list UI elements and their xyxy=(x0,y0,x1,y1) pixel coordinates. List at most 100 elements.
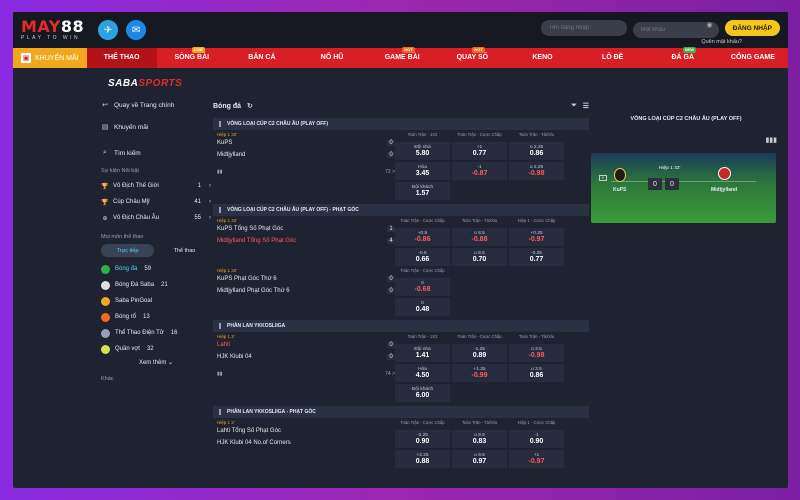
odds-cell[interactable]: -0.5 0.66 xyxy=(395,248,450,266)
home-team-name: KuPS Tổng Số Phạt Góc xyxy=(217,226,284,232)
see-more-button[interactable]: Xem thêm ⌄ xyxy=(101,359,211,366)
more-markets[interactable]: 74 > xyxy=(385,371,395,377)
odds-cell[interactable]: -1.25 0.89 xyxy=(452,344,507,362)
odds-cell[interactable]: Đội nhà 1.41 xyxy=(395,344,450,362)
odds-cell[interactable]: +1.25 -0.99 xyxy=(452,364,507,382)
match-info[interactable]: Hiệp 1 32' KuPS Phạt Góc Thứ 6 0 Midtjyllan… xyxy=(213,266,395,316)
odds-cell[interactable]: u 9.5 0.97 xyxy=(452,450,507,468)
odds-cell[interactable]: o 2.25 0.86 xyxy=(509,142,564,160)
odds-cell[interactable]: -1 -0.87 xyxy=(452,162,507,180)
odds-value: 3.45 xyxy=(415,170,430,177)
odds-cell[interactable]: 0 0.48 xyxy=(395,298,450,316)
login-button[interactable]: ĐĂNG NHẬP xyxy=(724,20,780,36)
home-team-name: Lahti xyxy=(217,342,231,348)
odds-cell[interactable]: +1 0.77 xyxy=(452,142,507,160)
match-info[interactable]: Hiệp 1 32' KuPS Tổng Số Phạt Góc 1 Midtjyll… xyxy=(213,216,395,266)
odds-cell[interactable]: o 3.5 -0.98 xyxy=(509,344,564,362)
odds-cell[interactable]: -0.25 0.77 xyxy=(509,248,564,266)
odds-cell[interactable]: o 8.5 -0.88 xyxy=(452,228,507,246)
odds-cell[interactable]: Đội khách 6.00 xyxy=(395,384,450,402)
list-icon[interactable]: ☰ xyxy=(583,102,589,110)
nav-item-label: SÒNG BÀI xyxy=(174,54,210,61)
nav-item[interactable]: SÒNG BÀI LIVE xyxy=(157,47,227,68)
site-logo[interactable]: MAY88 PLAY TO WIN xyxy=(21,19,84,41)
sport-count: 21 xyxy=(161,282,168,288)
odds-value: 1.41 xyxy=(415,352,430,359)
odds-cell[interactable]: +1 -0.97 xyxy=(509,450,564,468)
featured-event[interactable]: ⊕ Vô Địch Châu Âu 55 › xyxy=(101,210,211,226)
stats-icon[interactable]: ▮▮ xyxy=(217,169,223,175)
eye-icon[interactable]: ◉ xyxy=(707,21,713,29)
league-header[interactable]: PHẦN LAN YKKOSLIIGA - PHẠT GÓC xyxy=(213,406,589,418)
odds-grid: Toàn Trận - 1X2 Đội nhà 5.80 Hòa 3.45 Đội khá… xyxy=(395,130,564,200)
nav-item[interactable]: KENO xyxy=(507,48,577,68)
odds-cell[interactable]: u 3.5 0.86 xyxy=(509,364,564,382)
odds-cell[interactable]: +2.25 0.88 xyxy=(395,450,450,468)
odds-cell[interactable]: -1 0.90 xyxy=(509,430,564,448)
event-count: 55 xyxy=(194,215,201,221)
nav-item[interactable]: THỂ THAO xyxy=(86,48,157,68)
away-score: 4 xyxy=(387,238,395,244)
refresh-icon[interactable]: ↻ xyxy=(247,102,253,110)
sport-item[interactable]: Bóng rổ 13 xyxy=(101,309,211,325)
nav-item[interactable]: ĐÁ GÀ NEW xyxy=(648,47,718,68)
match-info[interactable]: Hiệp 1 2' Lahti Tổng Số Phạt Góc HJK Klubi… xyxy=(213,418,395,468)
logo-text: MAY xyxy=(21,17,61,36)
event-label: Vô Địch Thế Giới xyxy=(113,183,159,189)
odds-cell[interactable]: -2.25 0.90 xyxy=(395,430,450,448)
nav-item[interactable]: BẮN CÁ xyxy=(227,48,297,68)
odds-value: 1.57 xyxy=(415,190,430,197)
league-header[interactable]: VÒNG LOẠI CÚP C2 CHÂU ÂU (PLAY OFF) - PH… xyxy=(213,204,589,216)
featured-event[interactable]: 🏆 Vô Địch Thế Giới 1 › xyxy=(101,178,211,194)
sport-item[interactable]: Saba PinGoal xyxy=(101,293,211,309)
see-more-label: Xem thêm xyxy=(138,360,167,366)
odds-cell[interactable]: Đội khách 1.57 xyxy=(395,182,450,200)
odds-cell[interactable]: +0.5 -0.86 xyxy=(395,228,450,246)
nav-item[interactable]: QUAY SỐ HOT xyxy=(437,47,507,68)
away-team-name: HJK Klubi 04 No.of Corners xyxy=(217,440,291,446)
away-team: HJK Klubi 04 0 xyxy=(217,351,395,363)
back-link[interactable]: ↩ Quay về Trang chính xyxy=(101,98,211,112)
odds-cell[interactable]: o 9.5 0.83 xyxy=(452,430,507,448)
chart-icon[interactable]: ▮▮▮ xyxy=(765,136,777,144)
username-input[interactable] xyxy=(540,20,627,36)
league-header[interactable]: VÒNG LOẠI CÚP C2 CHÂU ÂU (PLAY OFF) xyxy=(213,118,589,130)
sport-item[interactable]: Thể Thao Điện Tử 16 xyxy=(101,325,211,341)
nav-item[interactable]: CỔNG GAME xyxy=(718,48,788,68)
nav-item[interactable]: LÔ ĐỀ xyxy=(578,48,648,68)
league-header[interactable]: PHẦN LAN YKKOSLIIGA xyxy=(213,320,589,332)
odds-cell[interactable]: +0.25 -0.97 xyxy=(509,228,564,246)
nav-item[interactable]: NỔ HŨ xyxy=(297,48,367,68)
odds-cell[interactable]: Đội nhà 5.80 xyxy=(395,142,450,160)
odds-value: 0.70 xyxy=(472,256,487,263)
odds-cell[interactable]: u 2.25 -0.98 xyxy=(509,162,564,180)
nav-promo[interactable]: ▣ KHUYẾN MÃI xyxy=(13,48,87,68)
away-team-name: Midtjylland xyxy=(217,152,246,158)
live-tab[interactable]: Trực tiếp xyxy=(101,244,154,257)
sport-item[interactable]: Bóng Đá Saba 21 xyxy=(101,277,211,293)
odds-value: 0.83 xyxy=(472,438,487,445)
featured-event[interactable]: 🏆 Cúp Châu Mỹ 41 › xyxy=(101,194,211,210)
chat-icon[interactable]: ✉ xyxy=(126,20,147,40)
sports-tab[interactable]: Thể thao xyxy=(158,244,211,257)
telegram-icon[interactable]: ✈ xyxy=(98,20,119,40)
sport-item[interactable]: Quần vợt 32 xyxy=(101,341,211,357)
odds-cell[interactable]: Hòa 4.50 xyxy=(395,364,450,382)
filter-icon[interactable]: ⏷ xyxy=(571,102,577,110)
league-marker xyxy=(219,409,221,415)
search-link[interactable]: ⌕ Tìm kiếm xyxy=(101,146,211,160)
home-team: Lahti 0 xyxy=(217,339,395,351)
more-markets[interactable]: 72 > xyxy=(385,169,395,175)
sport-item[interactable]: Bóng đá 59 xyxy=(101,261,211,277)
home-score: 0 xyxy=(387,342,395,348)
odds-cell[interactable]: u 8.5 0.70 xyxy=(452,248,507,266)
sport-icon xyxy=(101,280,110,290)
odds-cell[interactable]: 0 -0.68 xyxy=(395,278,450,296)
odds-cell[interactable]: Hòa 3.45 xyxy=(395,162,450,180)
match-info[interactable]: Hiệp 1 2' Lahti 0 HJK Klubi 04 0 ▮▮ 74 > xyxy=(213,332,395,402)
nav-item[interactable]: GAME BÀI HOT xyxy=(367,47,437,68)
match-info[interactable]: Hiệp 1 32' KuPS 0 Midtjylland 0 ▮▮ 72 > xyxy=(213,130,395,200)
stats-icon[interactable]: ▮▮ xyxy=(217,371,223,377)
promo-link[interactable]: ▤ Khuyến mãi xyxy=(101,120,211,134)
forgot-password-link[interactable]: Quên mật khẩu? xyxy=(701,39,742,45)
